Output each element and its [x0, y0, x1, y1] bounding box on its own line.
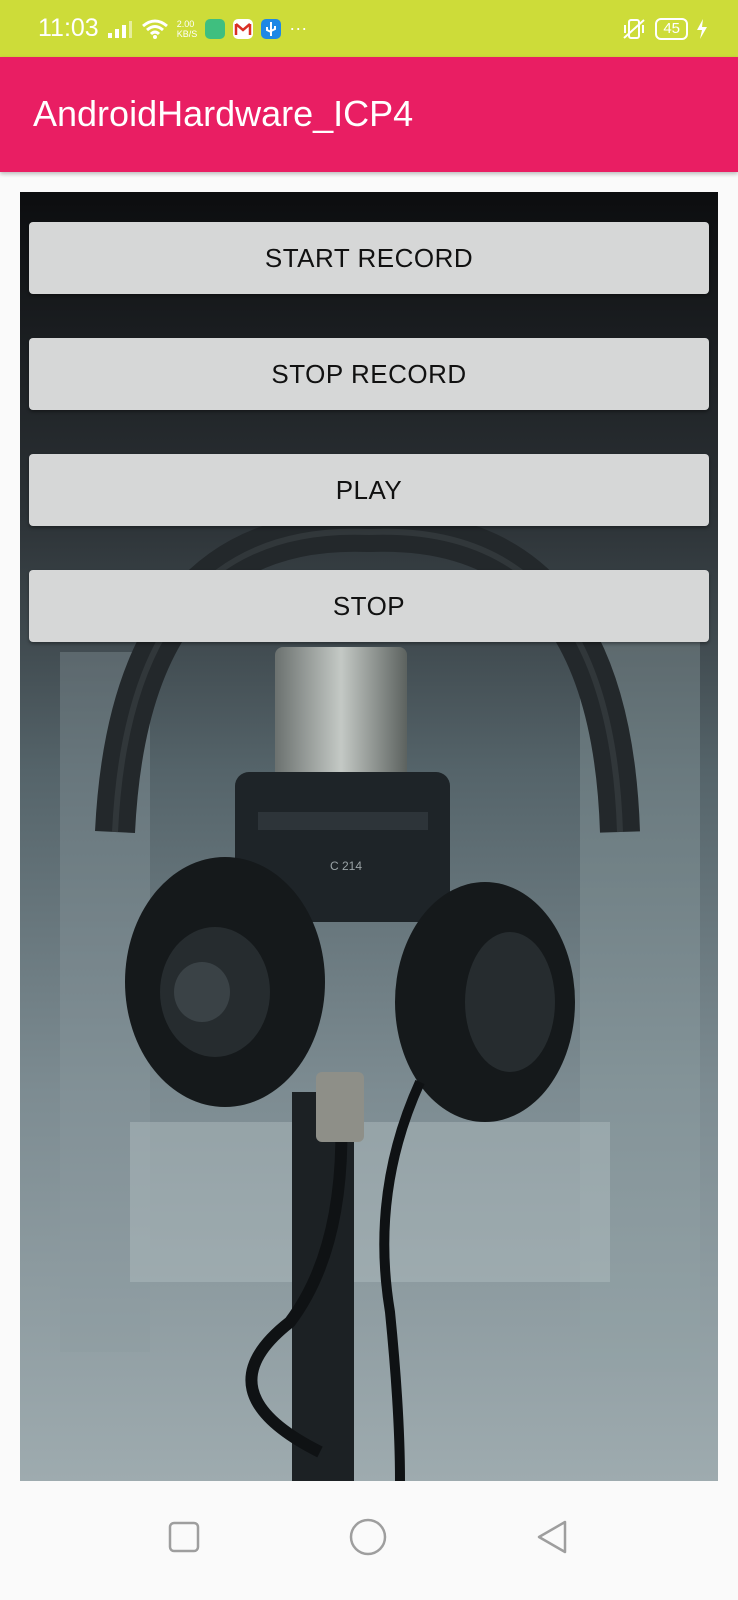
usb-icon [261, 18, 282, 39]
status-right: 45 [621, 0, 708, 57]
app-notification-icon [205, 18, 226, 39]
navigation-bar [0, 1481, 738, 1600]
play-button[interactable]: PLAY [29, 454, 709, 526]
start-record-button[interactable]: START RECORD [29, 222, 709, 294]
stop-button[interactable]: STOP [29, 570, 709, 642]
vibrate-icon [623, 18, 645, 39]
stop-record-button[interactable]: STOP RECORD [29, 338, 709, 410]
charging-icon [697, 18, 707, 39]
gmail-icon [233, 18, 254, 39]
network-speed: 2.00 KB/S [177, 19, 198, 39]
signal-icon [107, 20, 132, 38]
home-icon[interactable] [349, 1518, 387, 1556]
svg-text:C 214: C 214 [330, 859, 362, 873]
status-left: 11:03 2.00 KB/S ··· [38, 0, 307, 57]
status-bar: 11:03 2.00 KB/S ··· 45 [0, 0, 738, 57]
main-content: C 214 START RECORD STOP RECORD PLAY STOP [20, 192, 718, 1481]
recents-icon[interactable] [168, 1521, 200, 1553]
more-notifications: ··· [289, 18, 308, 38]
wifi-icon [141, 19, 168, 39]
app-title: AndroidHardware_ICP4 [33, 93, 414, 134]
battery-icon: 45 [655, 17, 688, 40]
network-speed-value: 2.00 [176, 18, 195, 29]
back-icon[interactable] [535, 1519, 569, 1555]
clock: 11:03 [38, 14, 99, 42]
battery-level: 45 [663, 19, 680, 37]
app-bar: AndroidHardware_ICP4 [0, 57, 738, 172]
network-speed-unit: KB/S [176, 28, 198, 39]
